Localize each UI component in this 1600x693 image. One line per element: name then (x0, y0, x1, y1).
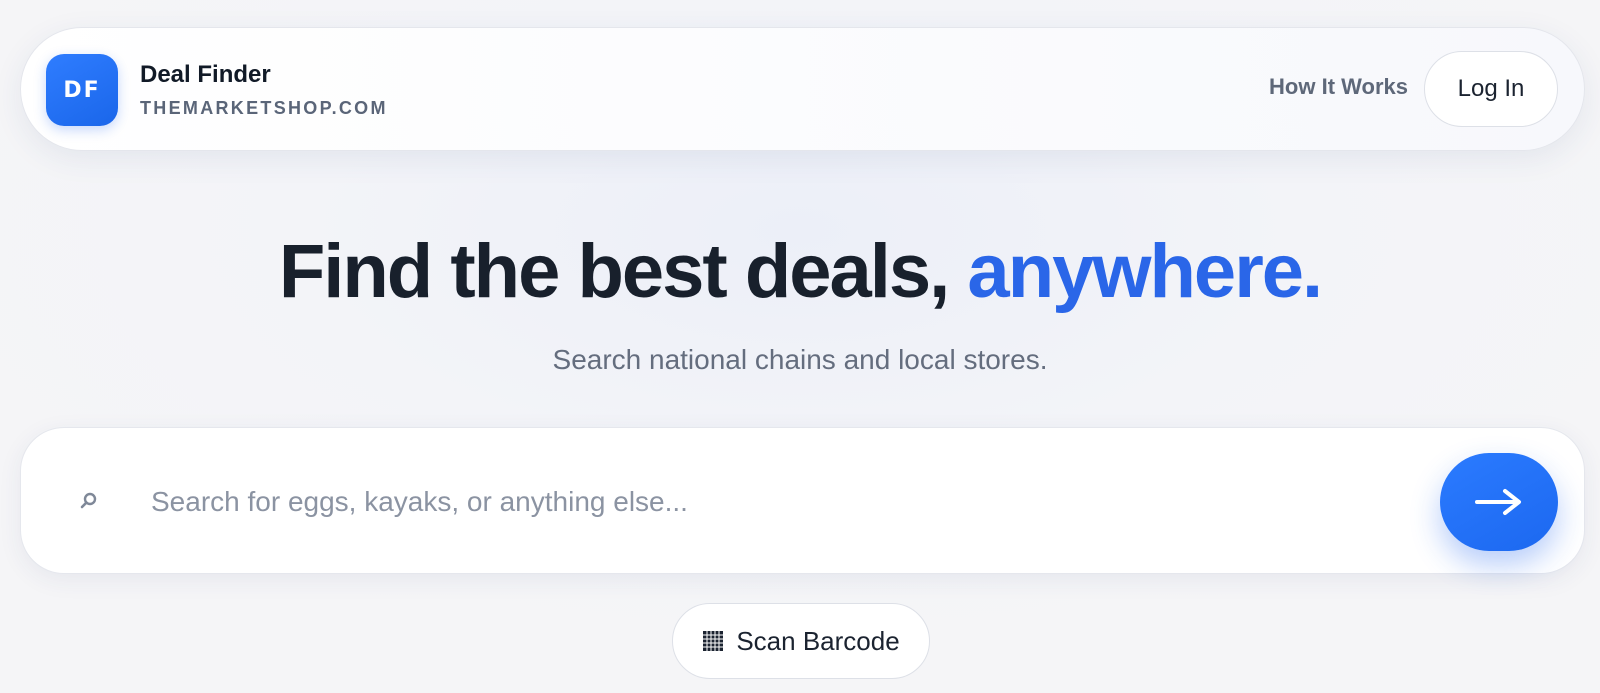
login-button[interactable]: Log In (1424, 51, 1558, 127)
brand-name: Deal Finder (140, 61, 271, 88)
how-it-works-link[interactable]: How It Works (1269, 74, 1408, 100)
top-nav-bar: DF Deal Finder THEMARKETSHOP.COM How It … (20, 27, 1585, 151)
hero-title-main: Find the best deals, (278, 229, 968, 314)
search-input[interactable] (151, 472, 1391, 532)
search-bar (20, 427, 1585, 574)
brand-logo[interactable]: DF (46, 54, 118, 126)
scan-barcode-button[interactable]: Scan Barcode (672, 603, 930, 679)
logo-monogram: DF (63, 77, 101, 103)
hero-subtitle: Search national chains and local stores. (552, 344, 1048, 375)
hero-title-accent: anywhere. (967, 229, 1323, 314)
scan-barcode-label: Scan Barcode (736, 625, 900, 656)
hero-title: Find the best deals, anywhere. (0, 222, 1600, 322)
search-icon (80, 492, 97, 509)
search-submit-button[interactable] (1440, 453, 1558, 551)
barcode-icon (703, 631, 724, 651)
brand-domain: THEMARKETSHOP.COM (140, 98, 388, 118)
arrow-right-icon (1475, 489, 1521, 515)
